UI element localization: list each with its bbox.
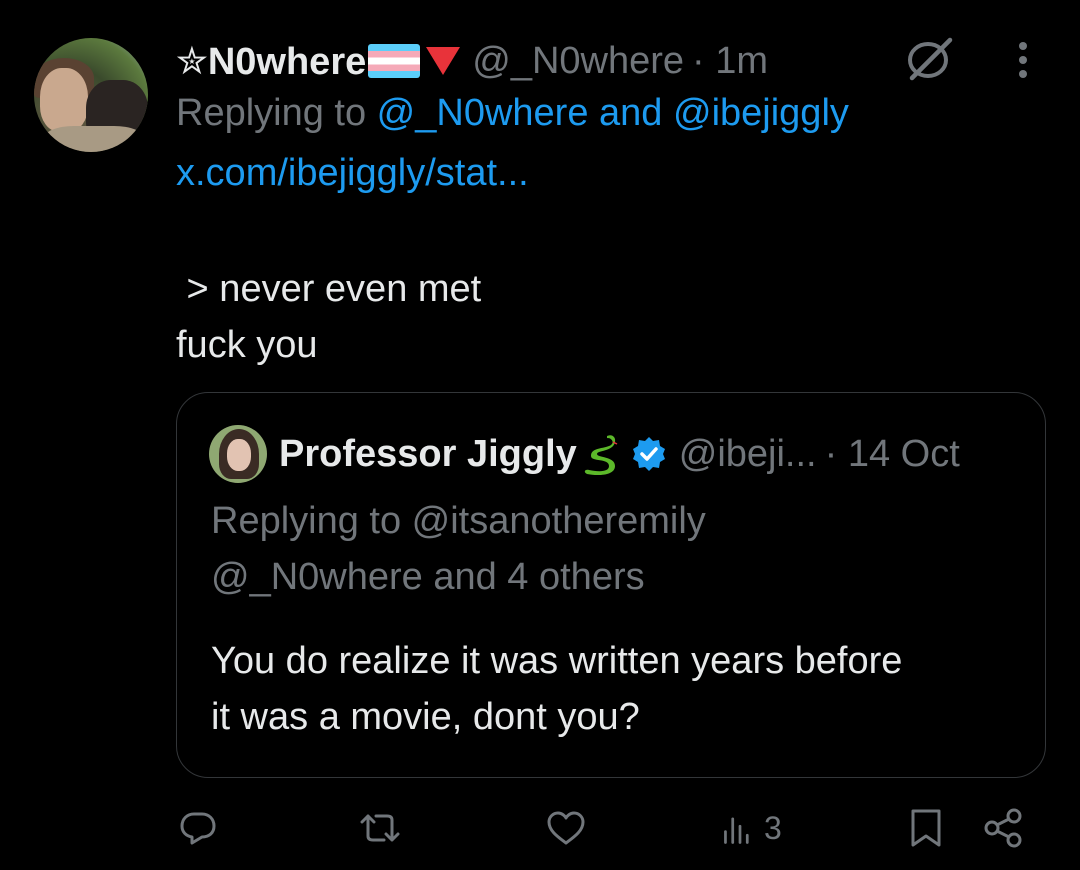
share-button[interactable] <box>982 806 1026 850</box>
quoted-replying-to-line-2: @_N0where and 4 others <box>211 556 645 598</box>
reply-button[interactable] <box>176 806 220 850</box>
tweet-body-line-2: fuck you <box>176 324 318 366</box>
quoted-body-line-2: it was a movie, dont you? <box>211 696 640 738</box>
reply-icon <box>180 812 216 845</box>
quoted-replying-to-line-1: Replying to @itsanotheremily <box>211 500 706 542</box>
views-count: 3 <box>764 809 782 846</box>
quoted-author-display-name: Professor Jiggly <box>279 432 577 475</box>
tweet-header: ✮N0where @_N0where · 1m <box>176 36 768 86</box>
quoted-tweet-header: Professor Jiggly @ibeji... · 14 Oct <box>279 429 960 479</box>
verified-badge-icon[interactable] <box>631 436 667 472</box>
mention-joiner: and <box>588 92 673 134</box>
more-icon[interactable] <box>1006 38 1040 82</box>
tweet-body-line-1: > never even met <box>176 268 482 310</box>
mention-n0where[interactable]: @_N0where <box>377 92 589 134</box>
like-icon <box>547 811 585 845</box>
share-icon <box>984 808 1022 848</box>
tweet[interactable]: ✮N0where @_N0where · 1m Replying to @_N0… <box>0 0 1080 870</box>
bookmark-icon <box>911 809 941 847</box>
bookmark-button[interactable] <box>904 806 948 850</box>
repost-button[interactable] <box>358 806 402 850</box>
mention-ibejiggly[interactable]: @ibejiggly <box>673 92 849 134</box>
tweet-time[interactable]: · 1m <box>692 40 768 83</box>
like-button[interactable] <box>544 806 588 850</box>
trans-flag-emoji-icon <box>368 44 421 78</box>
tweet-link[interactable]: x.com/ibejiggly/stat... <box>176 152 529 195</box>
red-triangle-emoji-icon <box>426 47 461 75</box>
quoted-tweet-time: · 14 Oct <box>824 432 960 475</box>
quoted-replying-to: Replying to @itsanotheremily @_N0where a… <box>211 493 706 605</box>
views-button[interactable]: 3 <box>720 806 782 850</box>
replying-to-prefix: Replying to <box>176 92 377 134</box>
author-avatar[interactable] <box>34 38 148 152</box>
quoted-author-handle: @ibeji... <box>678 432 817 475</box>
action-bar: 3 <box>0 800 1080 856</box>
snake-emoji-icon <box>584 435 618 476</box>
author-handle[interactable]: @_N0where <box>472 40 684 83</box>
quoted-tweet-body: You do realize it was written years befo… <box>211 633 902 745</box>
quoted-tweet[interactable]: Professor Jiggly @ibeji... · 14 Oct Repl… <box>176 392 1046 778</box>
views-icon <box>724 817 749 844</box>
disabled-icon[interactable] <box>904 34 956 82</box>
quoted-body-line-1: You do realize it was written years befo… <box>211 640 903 682</box>
author-display-name[interactable]: ✮N0where <box>176 39 366 84</box>
quoted-author-avatar <box>209 425 267 483</box>
replying-to: Replying to @_N0where and @ibejiggly <box>176 92 849 135</box>
repost-icon <box>360 814 400 842</box>
